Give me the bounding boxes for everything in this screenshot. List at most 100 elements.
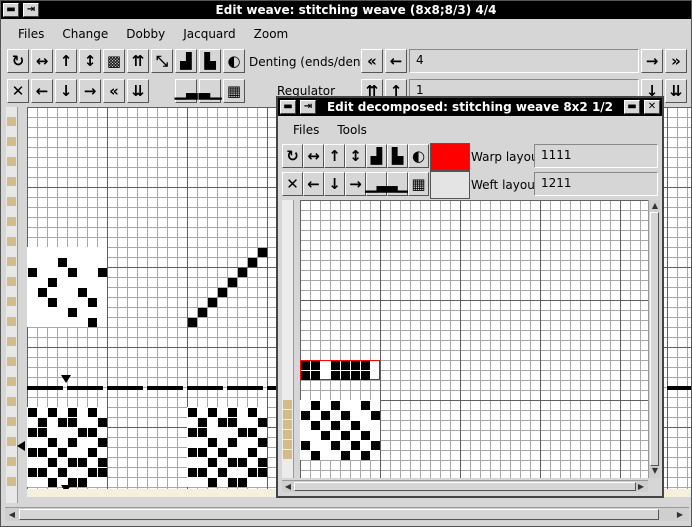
twill-right-icon[interactable]: ▟ [366, 144, 387, 168]
decomposed-vscrollbar[interactable]: ▲ ▼ [648, 200, 660, 478]
step-down-icon[interactable]: ▃▁ [386, 172, 409, 196]
invert-icon[interactable]: ▩ [103, 49, 125, 73]
fast-left-icon[interactable]: « [103, 79, 125, 103]
main-titlebar[interactable]: ▬ ⇥ Edit weave: stitching weave (8x8;8/3… [1, 1, 691, 19]
right-icon[interactable]: → [641, 49, 663, 73]
menu-files[interactable]: Files [284, 123, 328, 137]
mirror-horizontal-icon[interactable]: ↔ [31, 49, 53, 73]
double-down-icon[interactable]: ⇊ [665, 79, 687, 103]
fast-down-icon[interactable]: ⇊ [127, 79, 149, 103]
weave-cell [218, 448, 227, 457]
marker-down-icon[interactable] [61, 375, 71, 383]
yarn-cell [283, 400, 292, 409]
rotate-icon[interactable]: ↻ [282, 144, 303, 168]
fast-up-icon[interactable]: ⇈ [127, 49, 149, 73]
menu-jacquard[interactable]: Jacquard [174, 27, 244, 41]
yarn-cell [7, 357, 16, 366]
decomposed-hscrollbar[interactable]: ◀ ▶ [282, 480, 648, 492]
minimize-icon[interactable]: ▬ [280, 100, 296, 114]
left-icon[interactable]: ← [385, 49, 407, 73]
menu-change[interactable]: Change [53, 27, 117, 41]
menu-files[interactable]: Files [9, 27, 53, 41]
clear-icon[interactable]: ✕ [282, 172, 303, 196]
shift-up-icon[interactable]: ↑ [324, 144, 345, 168]
shift-left-icon[interactable]: ← [303, 172, 324, 196]
yarn-cell [283, 430, 292, 439]
yarn-cell [283, 450, 292, 459]
yarn-cell [7, 157, 16, 166]
twill-left-icon[interactable]: ▙ [387, 144, 408, 168]
shift-right-icon[interactable]: → [345, 172, 366, 196]
scroll-left-icon[interactable]: ◀ [7, 510, 17, 520]
twill-left-icon[interactable]: ▙ [199, 49, 221, 73]
pin-icon[interactable]: ⇥ [23, 3, 39, 17]
decomposed-grid[interactable] [300, 200, 648, 478]
close-icon[interactable]: ✕ [644, 100, 660, 114]
weft-color-swatch[interactable] [430, 171, 470, 199]
warp-color-swatch[interactable] [430, 143, 470, 171]
mirror-vertical-icon[interactable]: ↕ [79, 49, 101, 73]
weave-cell [341, 411, 350, 420]
weave-cell [58, 448, 67, 457]
weave-cell [258, 248, 267, 257]
weave-cell [88, 408, 97, 417]
weave-cell [351, 371, 360, 380]
step-up-icon[interactable]: ▁▃ [365, 172, 388, 196]
warp-layout-field[interactable]: 1111 [534, 144, 658, 168]
step-down-icon[interactable]: ▃▁ [198, 79, 222, 103]
minimize-icon[interactable]: ▬ [3, 3, 19, 17]
minimize-icon[interactable]: ▬ [624, 100, 640, 114]
double-right-icon[interactable]: » [665, 49, 687, 73]
denting-field[interactable]: 4 [409, 49, 639, 73]
half-fill-icon[interactable]: ◐ [408, 144, 429, 168]
weave-cell [228, 478, 237, 487]
half-fill-icon[interactable]: ◐ [223, 49, 245, 73]
diagonal-icon[interactable]: ⤡ [151, 49, 173, 73]
checker-icon[interactable]: ▦ [223, 79, 245, 103]
weave-cell [228, 278, 237, 287]
decomposed-titlebar[interactable]: ▬ ⇥ Edit decomposed: stitching weave 8x2… [278, 98, 662, 116]
shift-right-icon[interactable]: → [79, 79, 101, 103]
weave-cell [311, 371, 320, 380]
double-left-icon[interactable]: « [361, 49, 383, 73]
weave-cell [341, 451, 350, 460]
scroll-right-icon[interactable]: ▶ [675, 510, 685, 520]
mirror-horizontal-icon[interactable]: ↔ [303, 144, 324, 168]
shift-down-icon[interactable]: ↓ [55, 79, 77, 103]
weave-cell [88, 428, 97, 437]
scroll-up-icon[interactable]: ▲ [650, 201, 660, 211]
scroll-left-icon[interactable]: ◀ [283, 482, 293, 492]
step-up-icon[interactable]: ▁▃ [174, 79, 198, 103]
scroll-down-icon[interactable]: ▼ [650, 466, 660, 476]
weave-cell [88, 468, 97, 477]
weave-cell [28, 428, 37, 437]
shift-up-icon[interactable]: ↑ [55, 49, 77, 73]
clear-icon[interactable]: ✕ [7, 79, 29, 103]
twill-right-icon[interactable]: ▟ [175, 49, 197, 73]
marker-left-icon[interactable] [17, 441, 25, 451]
decomposed-hscroll-thumb[interactable] [294, 482, 636, 491]
shift-left-icon[interactable]: ← [31, 79, 53, 103]
shift-down-icon[interactable]: ↓ [324, 172, 345, 196]
menu-dobby[interactable]: Dobby [117, 27, 174, 41]
scroll-right-icon[interactable]: ▶ [636, 482, 646, 492]
weave-cell [88, 448, 97, 457]
main-hscroll-thumb[interactable] [19, 509, 659, 520]
yarn-cell [7, 337, 16, 346]
yarn-color-column[interactable] [282, 200, 294, 478]
decomposed-vscroll-thumb[interactable] [650, 212, 659, 466]
menu-zoom[interactable]: Zoom [245, 27, 298, 41]
rotate-icon[interactable]: ↻ [7, 49, 29, 73]
weft-layout-field[interactable]: 1211 [534, 172, 658, 196]
checker-icon[interactable]: ▦ [408, 172, 429, 196]
weave-cell [208, 478, 217, 487]
mirror-vertical-icon[interactable]: ↕ [345, 144, 366, 168]
main-hscrollbar[interactable]: ◀ ▶ [5, 507, 689, 521]
weave-cell [371, 411, 380, 420]
weave-cell [38, 448, 47, 457]
weave-cell [311, 401, 320, 410]
menu-tools[interactable]: Tools [328, 123, 376, 137]
pin-icon[interactable]: ⇥ [300, 100, 316, 114]
weave-cell [188, 448, 197, 457]
weave-cell [258, 418, 267, 427]
